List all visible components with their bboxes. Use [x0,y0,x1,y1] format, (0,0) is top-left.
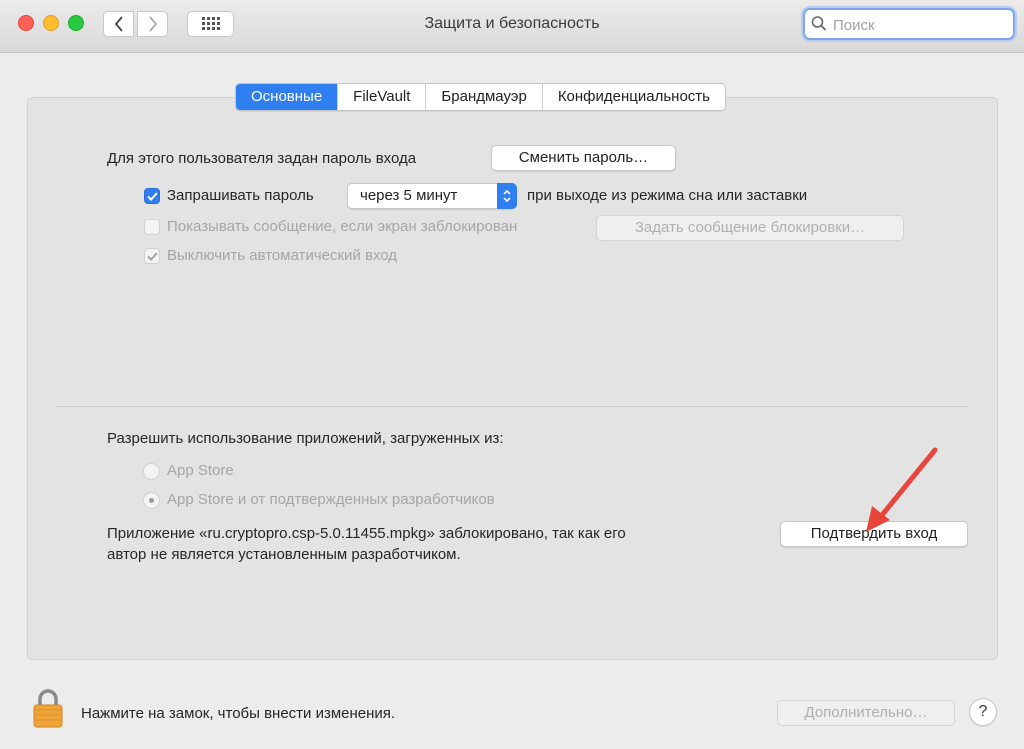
password-delay-popup[interactable]: через 5 минут [347,183,517,209]
checkmark-icon [146,251,158,261]
tab-general[interactable]: Основные [236,84,338,110]
tab-filevault[interactable]: FileVault [337,84,426,110]
tab-firewall[interactable]: Брандмауэр [425,84,542,110]
search-input[interactable] [831,13,1010,37]
disable-auto-login-label: Выключить автоматический вход [167,247,398,264]
section-divider [56,406,969,407]
blocked-app-message-line1: Приложение «ru.cryptopro.csp-5.0.11455.m… [107,525,626,542]
radio-app-store-label: App Store [167,462,234,479]
lock-icon[interactable] [32,688,64,728]
password-set-label: Для этого пользователя задан пароль вход… [107,150,417,167]
disable-auto-login-checkbox[interactable] [144,248,160,264]
help-button[interactable]: ? [969,698,997,726]
settings-panel [27,97,998,660]
updown-chevron-icon [497,183,517,209]
title-bar: Защита и безопасность [0,0,1024,53]
checkmark-icon [146,191,158,201]
advanced-button[interactable]: Дополнительно… [777,700,955,726]
tab-bar: Основные FileVault Брандмауэр Конфиденци… [235,83,726,111]
lock-hint-text: Нажмите на замок, чтобы внести изменения… [81,705,396,722]
search-field[interactable] [803,8,1015,40]
show-message-label: Показывать сообщение, если экран заблоки… [167,218,518,235]
radio-app-store-identified-label: App Store и от подтвержденных разработчи… [167,491,495,508]
blocked-app-message-line2: автор не является установленным разработ… [107,546,461,563]
change-password-button[interactable]: Сменить пароль… [491,145,676,171]
security-privacy-window: Защита и безопасность Основные FileVault… [0,0,1024,749]
annotation-arrow-icon [866,447,938,532]
radio-app-store-identified[interactable] [143,492,160,509]
set-lock-message-button[interactable]: Задать сообщение блокировки… [596,215,904,241]
after-sleep-label: при выходе из режима сна или заставки [527,187,808,204]
search-icon [811,16,827,31]
tab-privacy[interactable]: Конфиденциальность [541,84,725,110]
radio-app-store[interactable] [143,463,160,480]
show-message-checkbox[interactable] [144,219,160,235]
allow-apps-label: Разрешить использование приложений, загр… [107,430,504,447]
password-delay-value: через 5 минут [360,187,458,204]
require-password-checkbox[interactable] [144,188,160,204]
require-password-label: Запрашивать пароль [167,187,314,204]
